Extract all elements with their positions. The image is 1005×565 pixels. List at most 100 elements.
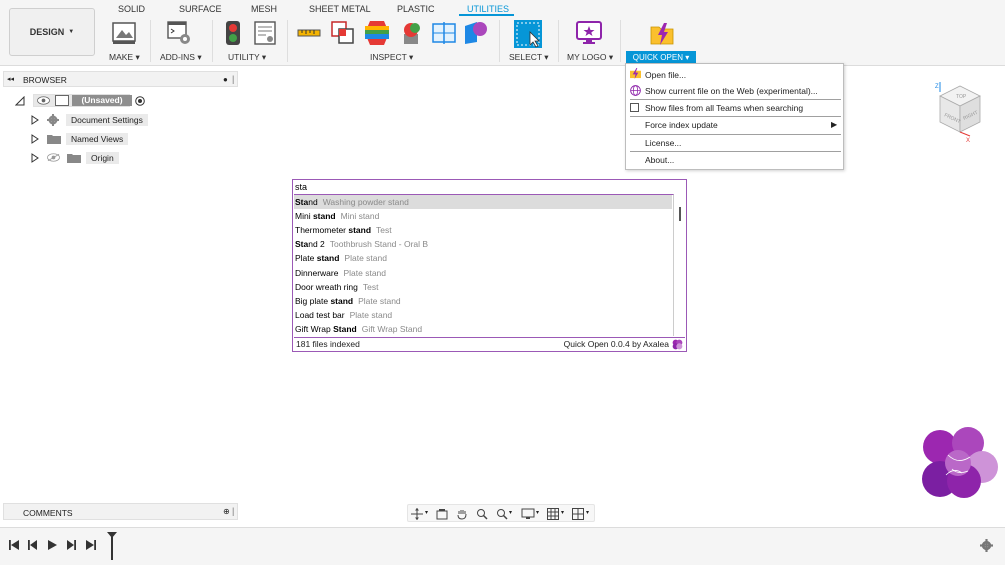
result-title-match: stand [348, 225, 372, 236]
display-settings-icon[interactable] [521, 508, 535, 520]
axalea-logo-icon [672, 339, 683, 350]
orbit-icon[interactable] [411, 508, 423, 520]
scripts-icon[interactable] [166, 20, 192, 46]
zoom-icon[interactable] [476, 508, 488, 520]
pan-hand-icon[interactable] [456, 508, 468, 520]
collapsed-arrow-icon[interactable] [31, 153, 39, 163]
result-title-prefix: Load test bar [295, 309, 345, 320]
my-logo-icon[interactable] [576, 20, 602, 46]
step-back-icon[interactable] [27, 539, 39, 551]
step-forward-icon[interactable] [65, 539, 77, 551]
quick-open-search-popup: sta Stand Washing powder stand Mini stand M… [292, 179, 687, 352]
activate-radio-icon[interactable] [135, 96, 145, 106]
zebra-analysis-icon[interactable] [364, 20, 390, 46]
go-to-start-icon[interactable] [8, 539, 20, 551]
collapsed-arrow-icon[interactable] [31, 134, 39, 144]
search-result-row[interactable]: Gift Wrap Stand Gift Wrap Stand [294, 322, 674, 336]
search-result-row[interactable]: Load test bar Plate stand [294, 308, 674, 322]
search-result-row[interactable]: Plate stand Plate stand [294, 251, 674, 265]
separator-bar-icon: | [232, 506, 235, 516]
go-to-end-icon[interactable] [85, 539, 97, 551]
search-result-row[interactable]: Stand Washing powder stand [294, 195, 672, 209]
make-group[interactable]: MAKE ▾ [109, 52, 140, 63]
section-analysis-icon[interactable] [431, 20, 457, 46]
dropdown-arrow-icon[interactable]: ▾ [561, 509, 564, 516]
search-result-row[interactable]: Stand 2 Toothbrush Stand - Oral B [294, 237, 674, 251]
addins-group[interactable]: ADD-INS ▾ [160, 52, 202, 63]
dropdown-arrow-icon[interactable]: ▾ [509, 509, 512, 516]
separator [620, 20, 621, 62]
parameters-icon[interactable] [252, 20, 278, 46]
quick-open-version: Quick Open 0.0.4 by Axalea [563, 339, 669, 349]
scrollbar-thumb[interactable] [679, 207, 681, 221]
results-scrollbar[interactable] [675, 194, 686, 336]
tab-sheet-metal[interactable]: SHEET METAL [309, 4, 371, 14]
expanded-arrow-icon[interactable] [15, 96, 25, 106]
menu-item-about[interactable]: About... [645, 155, 674, 165]
tree-item-named-views[interactable]: Named Views [66, 133, 129, 145]
view-cube[interactable]: TOP FRONT RIGHT Z X [926, 78, 988, 146]
menu-item-license[interactable]: License... [645, 138, 681, 148]
look-at-icon[interactable] [436, 508, 448, 520]
grid-icon[interactable] [547, 508, 559, 520]
measure-icon[interactable] [296, 20, 322, 46]
navigation-bar: ▾ ▾ ▾ ▾ ▾ [407, 504, 595, 522]
result-project-name: Plate stand [358, 295, 401, 306]
addins-label: ADD-INS [160, 52, 195, 62]
quick-open-icon[interactable] [649, 21, 675, 47]
3d-print-icon[interactable] [111, 20, 137, 46]
collapsed-arrow-icon[interactable] [31, 115, 39, 125]
viewcube-x-label: X [966, 138, 970, 144]
search-footer: 181 files indexed Quick Open 0.0.4 by Ax… [294, 337, 685, 350]
play-icon[interactable] [46, 539, 58, 551]
result-title-prefix: Mini [295, 211, 313, 222]
menu-item-show-current-file[interactable]: Show current file on the Web (experiment… [645, 86, 818, 96]
utility-group[interactable]: UTILITY ▾ [228, 52, 266, 63]
tree-item-origin[interactable]: Origin [86, 152, 119, 164]
menu-item-force-index-update[interactable]: Force index update [645, 120, 718, 130]
eye-icon[interactable] [37, 96, 50, 105]
result-project-name: Washing powder stand [322, 197, 409, 207]
select-icon[interactable] [513, 19, 543, 49]
search-result-row[interactable]: Big plate stand Plate stand [294, 294, 674, 308]
add-comment-icon[interactable]: ⊕ [223, 507, 230, 516]
show-all-teams-checkbox[interactable] [630, 103, 639, 112]
traffic-light-icon[interactable] [220, 20, 246, 46]
menu-item-open-file[interactable]: Open file... [645, 70, 686, 80]
quick-open-button[interactable]: QUICK OPEN ▾ [626, 51, 696, 63]
document-icon [55, 95, 69, 106]
search-result-row[interactable]: Door wreath ring Test [294, 280, 674, 294]
tab-mesh[interactable]: MESH [251, 4, 277, 14]
menu-separator [630, 134, 841, 135]
search-result-row[interactable]: Mini stand Mini stand [294, 209, 674, 223]
search-result-row[interactable]: Thermometer stand Test [294, 223, 674, 237]
design-workspace-button[interactable]: DESIGN ▼ [9, 8, 95, 56]
tab-plastic[interactable]: PLASTIC [397, 4, 435, 14]
dropdown-arrow-icon[interactable]: ▾ [586, 509, 589, 516]
viewports-icon[interactable] [572, 508, 584, 520]
browser-options-icon[interactable]: ● [223, 75, 228, 84]
separator [499, 20, 500, 62]
search-result-row[interactable]: Dinnerware Plate stand [294, 266, 674, 280]
separator [150, 20, 151, 62]
select-group[interactable]: SELECT ▾ [509, 52, 549, 63]
center-of-mass-icon[interactable] [463, 20, 489, 46]
search-input[interactable]: sta [294, 181, 685, 193]
dropdown-arrow-icon[interactable]: ▾ [536, 509, 539, 516]
interference-icon[interactable] [330, 20, 356, 46]
draft-analysis-icon[interactable] [398, 20, 424, 46]
timeline-settings-gear-icon[interactable] [980, 539, 993, 552]
menu-item-show-all-teams[interactable]: Show files from all Teams when searching [645, 103, 803, 113]
result-project-name: Plate stand [349, 309, 393, 320]
tab-surface[interactable]: SURFACE [179, 4, 222, 14]
collapse-panel-icon[interactable]: ◂◂ [7, 75, 14, 83]
timeline-marker[interactable] [106, 531, 118, 561]
tab-utilities[interactable]: UTILITIES [467, 4, 509, 14]
tab-solid[interactable]: SOLID [118, 4, 145, 14]
hidden-eye-icon[interactable] [47, 153, 60, 162]
dropdown-arrow-icon[interactable]: ▾ [425, 509, 428, 516]
tree-item-document-settings[interactable]: Document Settings [66, 114, 148, 126]
mylogo-group[interactable]: MY LOGO ▾ [567, 52, 613, 63]
fit-zoom-icon[interactable] [496, 508, 508, 520]
inspect-group[interactable]: INSPECT ▾ [370, 52, 413, 63]
